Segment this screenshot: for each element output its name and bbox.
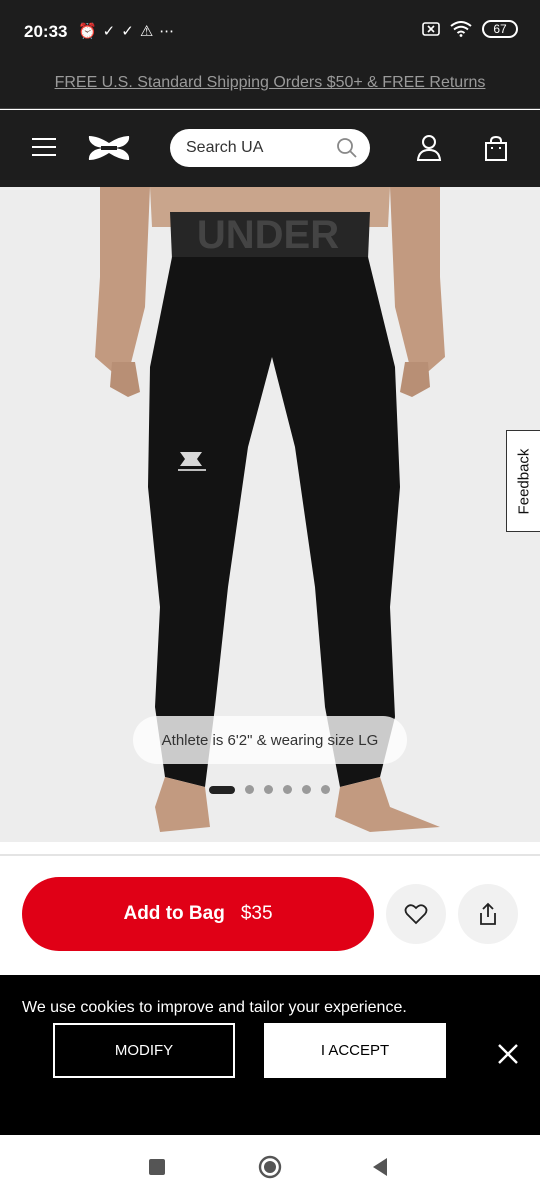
add-to-bag-button[interactable]: Add to Bag $35 <box>22 877 374 951</box>
battery-indicator: 67 <box>482 20 518 38</box>
price-label: $35 <box>240 903 273 924</box>
carousel-dot[interactable] <box>302 785 311 794</box>
carousel-indicators <box>209 785 330 794</box>
system-nav-bar <box>0 1135 540 1200</box>
feedback-label: Feedback <box>515 448 532 514</box>
wishlist-button[interactable] <box>386 884 446 944</box>
promo-banner: FREE U.S. Standard Shipping Orders $50+ … <box>0 58 540 109</box>
account-icon[interactable] <box>416 134 442 162</box>
status-time: 20:33 <box>24 22 68 41</box>
search-input[interactable]: Search UA <box>170 129 370 167</box>
wifi-icon <box>450 21 472 37</box>
add-to-bag-label: Add to Bag <box>123 903 225 924</box>
cookie-message: We use cookies to improve and tailor you… <box>22 999 407 1016</box>
divider <box>0 854 540 856</box>
cookie-banner: We use cookies to improve and tailor you… <box>0 975 540 1135</box>
status-notification-icons: ⏰✓✓⚠⋯ <box>78 23 181 40</box>
promo-link[interactable]: FREE U.S. Standard Shipping Orders $50+ … <box>55 74 486 92</box>
carousel-dot[interactable] <box>245 785 254 794</box>
heart-icon <box>404 904 428 925</box>
modify-button[interactable]: MODIFY <box>53 1023 235 1078</box>
search-icon[interactable] <box>336 137 358 159</box>
share-icon <box>480 902 496 925</box>
back-button[interactable] <box>371 1157 389 1177</box>
menu-icon[interactable] <box>32 138 56 158</box>
site-header: Search UA <box>0 110 540 187</box>
carousel-dot[interactable] <box>283 785 292 794</box>
search-placeholder: Search UA <box>186 139 264 156</box>
feedback-tab[interactable]: Feedback <box>506 430 540 532</box>
close-icon[interactable] <box>497 1043 519 1065</box>
image-caption: Athlete is 6'2" & wearing size LG <box>133 716 407 764</box>
carousel-dot[interactable] <box>209 785 235 794</box>
waistband-text: UNDER <box>197 213 339 257</box>
bag-icon[interactable] <box>484 136 508 162</box>
home-button[interactable] <box>258 1155 282 1179</box>
accept-button[interactable]: I ACCEPT <box>264 1023 446 1078</box>
ua-logo[interactable] <box>86 134 132 162</box>
carousel-dot[interactable] <box>321 785 330 794</box>
status-bar: 20:33 ⏰✓✓⚠⋯ 67 <box>0 0 540 58</box>
carousel-dot[interactable] <box>264 785 273 794</box>
sim-icon <box>422 22 440 36</box>
status-right: 67 <box>422 20 518 38</box>
share-button[interactable] <box>458 884 518 944</box>
recents-button[interactable] <box>149 1159 165 1175</box>
